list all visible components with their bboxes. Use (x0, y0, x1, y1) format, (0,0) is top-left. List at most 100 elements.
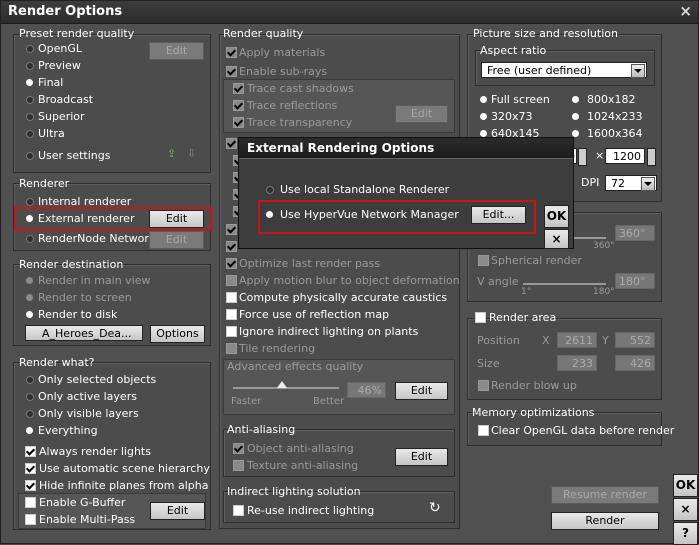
save-settings-icon[interactable]: ⇩ (187, 147, 196, 160)
destination-options-button[interactable]: Options (150, 325, 205, 343)
label-ignore-indirect: Ignore indirect lighting on plants (239, 325, 419, 338)
dpi-select[interactable]: 72 (605, 175, 657, 191)
radio-broadcast[interactable] (26, 96, 34, 104)
dpi-value: 72 (611, 177, 625, 190)
advanced-effects-value[interactable]: 46% (347, 382, 386, 398)
checkbox-caustics[interactable] (226, 292, 237, 303)
radio-render-to-disk[interactable] (26, 311, 33, 318)
checkbox-clear-opengl[interactable] (478, 425, 489, 436)
radio-800x182[interactable] (572, 96, 579, 103)
radio-final[interactable] (26, 79, 33, 86)
radio-local-standalone[interactable] (266, 186, 274, 194)
memory-title: Memory optimizations (472, 406, 595, 419)
label-auto-hierarchy: Use automatic scene hierarchy (39, 462, 210, 475)
external-rendering-dialog: External Rendering Options Use local Sta… (238, 137, 574, 249)
radio-preview[interactable] (26, 62, 34, 70)
radio-user-settings[interactable] (26, 152, 34, 160)
radio-ultra[interactable] (26, 130, 34, 138)
output-file-button[interactable]: A_Heroes_Dea... (25, 325, 143, 341)
render-options-window: Render Options × Preset render quality O… (0, 0, 699, 545)
preset-quality-title: Preset render quality (19, 27, 135, 40)
resume-render-button[interactable]: Resume render (551, 486, 659, 504)
label-apply-materials: Apply materials (239, 46, 326, 59)
radio-opengl[interactable] (26, 45, 34, 53)
radio-internal-renderer[interactable] (26, 198, 34, 206)
checkbox-ignore-indirect[interactable] (226, 326, 237, 337)
checkbox-render-area[interactable] (475, 312, 486, 323)
render-area-title: Render area (489, 311, 557, 324)
aspect-ratio-select[interactable]: Free (user defined) (481, 62, 647, 78)
radio-render-to-screen[interactable] (26, 294, 33, 301)
radio-only-active-layers[interactable] (26, 393, 34, 401)
preset-edit-button[interactable]: Edit (149, 42, 204, 60)
checkbox-transparency[interactable] (233, 117, 244, 128)
checkbox-optimize-last[interactable] (226, 258, 237, 269)
anti-aliasing-edit-button[interactable]: Edit (395, 448, 448, 466)
checkbox-object-aa[interactable] (233, 443, 244, 454)
close-icon[interactable]: × (679, 2, 692, 20)
checkbox-gbuffer[interactable] (25, 497, 36, 508)
label-better: Better (313, 396, 345, 407)
position-x-field[interactable]: 2611 (557, 332, 597, 348)
size-y-field[interactable]: 426 (615, 355, 655, 371)
width-spinner[interactable] (578, 148, 587, 166)
checkbox-hide-infinite-planes[interactable] (25, 480, 36, 491)
radio-rendernode[interactable] (26, 235, 34, 243)
checkbox-multipass[interactable] (25, 514, 36, 525)
position-y-field[interactable]: 552 (615, 332, 655, 348)
refresh-icon[interactable]: ↻ (429, 500, 441, 516)
rendernode-edit-button[interactable]: Edit (149, 231, 204, 249)
advanced-effects-slider-knob[interactable] (276, 381, 287, 388)
size-x-field[interactable]: 233 (557, 355, 597, 371)
cancel-button[interactable]: × (673, 498, 698, 521)
radio-320x73[interactable] (480, 113, 487, 120)
height-spinner[interactable] (647, 148, 656, 166)
checkbox-hidden-7[interactable] (226, 241, 237, 252)
label-position: Position (477, 334, 520, 347)
checkbox-spherical[interactable] (478, 255, 489, 266)
chevron-down-icon[interactable] (631, 64, 645, 78)
dialog-cancel-button[interactable]: × (544, 229, 569, 249)
checkbox-hidden-6[interactable] (226, 224, 237, 235)
checkbox-reuse-indirect[interactable] (233, 505, 244, 516)
raytrace-edit-button[interactable]: Edit (395, 105, 448, 123)
radio-render-main-view[interactable] (26, 277, 33, 284)
v-angle-slider[interactable] (523, 283, 606, 285)
radio-1024x233[interactable] (572, 113, 579, 120)
anti-aliasing-title: Anti-aliasing (227, 423, 296, 436)
advanced-effects-edit-button[interactable]: Edit (395, 382, 448, 400)
radio-640x145[interactable] (480, 130, 487, 137)
checkbox-always-render-lights[interactable] (25, 446, 36, 457)
label-everything: Everything (38, 424, 98, 437)
radio-1600x364[interactable] (572, 130, 579, 137)
checkbox-apply-materials[interactable] (226, 47, 237, 58)
checkbox-blow-up[interactable] (478, 380, 489, 391)
radio-only-visible-layers[interactable] (26, 410, 34, 418)
checkbox-auto-hierarchy[interactable] (25, 463, 36, 474)
radio-only-selected[interactable] (26, 376, 34, 384)
checkbox-texture-aa[interactable] (233, 460, 244, 471)
radio-superior[interactable] (26, 113, 34, 121)
label-only-selected: Only selected objects (38, 373, 157, 386)
h-angle-value[interactable]: 360° (615, 225, 655, 241)
render-destination-title: Render destination (19, 258, 124, 271)
checkbox-cast-shadows[interactable] (233, 83, 244, 94)
radio-everything[interactable] (26, 427, 33, 434)
render-button[interactable]: Render (551, 512, 659, 530)
checkbox-sub-rays[interactable] (226, 66, 237, 77)
checkbox-hidden-1[interactable] (226, 138, 237, 149)
ok-button[interactable]: OK (673, 474, 698, 497)
checkbox-motion-blur[interactable] (226, 275, 237, 286)
height-field[interactable]: 1200 (605, 148, 645, 164)
checkbox-reflections[interactable] (233, 100, 244, 111)
checkbox-reflection-map[interactable] (226, 309, 237, 320)
import-settings-icon[interactable]: ⇪ (167, 147, 176, 160)
chevron-down-icon[interactable] (641, 177, 655, 191)
v-angle-value[interactable]: 180° (615, 273, 655, 289)
checkbox-tile-rendering[interactable] (226, 343, 237, 354)
label-motion-blur: Apply motion blur to object deformation (239, 274, 460, 287)
help-button[interactable]: ? (673, 522, 698, 545)
radio-full-screen[interactable] (480, 96, 487, 103)
dialog-ok-button[interactable]: OK (544, 205, 569, 228)
multipass-edit-button[interactable]: Edit (150, 502, 205, 520)
